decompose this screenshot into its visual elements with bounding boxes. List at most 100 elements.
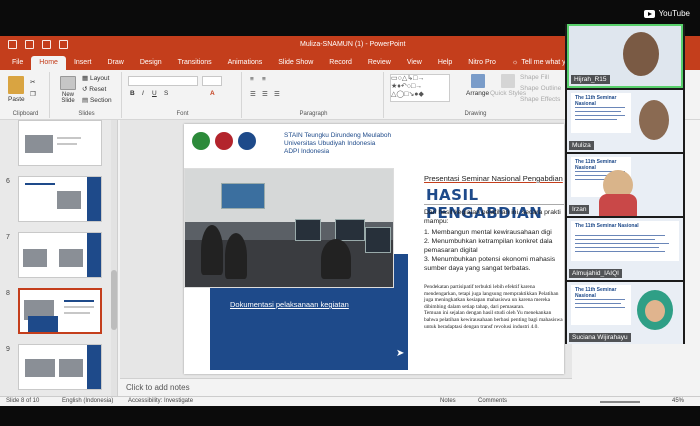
slide-list: 1. Membangun mental kewirausahaan digi 2… xyxy=(424,228,564,273)
notes-button[interactable]: Notes xyxy=(440,398,456,404)
tab-view[interactable]: View xyxy=(399,56,430,70)
slide-counter: Slide 8 of 10 xyxy=(6,398,40,404)
bold-icon[interactable]: B xyxy=(130,90,135,97)
align-left-icon[interactable]: ☰ xyxy=(250,90,256,98)
participant-tile[interactable]: The 11th Seminar Nasional Irzan xyxy=(567,154,683,216)
tab-help[interactable]: Help xyxy=(430,56,460,70)
cut-icon[interactable]: ✂ xyxy=(30,78,35,86)
italic-icon[interactable]: I xyxy=(142,90,144,97)
participant-tile[interactable]: The 11th Seminar Nasional Muliza xyxy=(567,90,683,152)
thumbnail-text xyxy=(64,306,94,308)
font-size-select[interactable] xyxy=(202,76,222,86)
participants-panel: Hijrah_R15 The 11th Seminar Nasional Mul… xyxy=(565,24,685,344)
redo-icon[interactable] xyxy=(42,40,51,49)
paragraph-group: ≡ ≡ ☰ ☰ ☰ Paragraph xyxy=(244,72,384,118)
align-right-icon[interactable]: ☰ xyxy=(274,90,280,98)
current-slide[interactable]: STAIN Teungku Dirundeng Meulaboh Univers… xyxy=(184,124,564,374)
photo-person xyxy=(321,239,351,279)
undo-icon[interactable] xyxy=(25,40,34,49)
tab-record[interactable]: Record xyxy=(321,56,360,70)
status-bar: Slide 8 of 10 English (Indonesia) Access… xyxy=(0,396,700,406)
tab-slide-show[interactable]: Slide Show xyxy=(270,56,321,70)
arrange-icon xyxy=(470,74,485,88)
youtube-label: YouTube xyxy=(658,9,690,18)
comments-button[interactable]: Comments xyxy=(478,398,507,404)
seminar-banner: The 11th Seminar Nasional xyxy=(571,93,631,133)
slide-thumbnail[interactable] xyxy=(18,232,102,278)
tab-review[interactable]: Review xyxy=(360,56,399,70)
youtube-logo[interactable]: YouTube xyxy=(643,9,690,18)
shape-fill-button[interactable]: Shape Fill xyxy=(520,74,549,81)
accessibility-indicator[interactable]: Accessibility: Investigate xyxy=(128,398,193,404)
banner-title: The 11th Seminar Nasional xyxy=(575,287,617,299)
underline-icon[interactable]: U xyxy=(152,90,157,97)
participant-tile[interactable]: The 11th Seminar Nasional Suciana Wijira… xyxy=(567,282,683,344)
shape-effects-button[interactable]: Shape Effects xyxy=(520,96,560,103)
stain-logo xyxy=(192,132,210,150)
thumbnails-scrollbar[interactable] xyxy=(111,120,117,396)
language-indicator[interactable]: English (Indonesia) xyxy=(62,398,113,404)
reset-label: Reset xyxy=(89,86,107,93)
photo-person xyxy=(201,225,223,275)
zoom-level[interactable]: 45% xyxy=(672,398,684,404)
thumbnail-number: 9 xyxy=(6,346,10,353)
list-item: 2. Menumbuhkan ketrampilan konkret dala … xyxy=(424,238,553,254)
banner-line xyxy=(575,303,621,304)
layout-label: Layout xyxy=(89,75,110,82)
thumbnail-blue-panel xyxy=(28,316,58,332)
tab-animations[interactable]: Animations xyxy=(220,56,271,70)
save-icon[interactable] xyxy=(8,40,17,49)
bullets-icon[interactable]: ≡ xyxy=(250,76,254,83)
align-center-icon[interactable]: ☰ xyxy=(262,90,268,98)
slide-thumbnail[interactable] xyxy=(18,120,102,166)
banner-title: The 11th Seminar Nasional xyxy=(575,95,617,107)
numbering-icon[interactable]: ≡ xyxy=(262,76,266,83)
slide-thumbnail[interactable] xyxy=(18,176,102,222)
scrollbar-thumb[interactable] xyxy=(111,270,117,330)
font-name-select[interactable] xyxy=(128,76,198,86)
activity-photo xyxy=(184,168,394,288)
shadow-icon[interactable]: S xyxy=(164,90,168,97)
tab-insert[interactable]: Insert xyxy=(66,56,100,70)
tab-design[interactable]: Design xyxy=(132,56,170,70)
banner-line xyxy=(575,119,617,120)
new-slide-button[interactable]: New Slide xyxy=(58,76,78,104)
new-slide-icon xyxy=(60,76,76,90)
notes-pane[interactable]: Click to add notes xyxy=(120,378,572,396)
tab-draw[interactable]: Draw xyxy=(99,56,131,70)
thumbnail-text xyxy=(64,312,90,314)
participant-tile[interactable]: Hijrah_R15 xyxy=(567,24,683,88)
slide-subtitle: Presentasi Seminar Nasional Pengabdian xyxy=(424,174,563,183)
tab-home[interactable]: Home xyxy=(31,56,66,70)
layout-button[interactable]: ▦ Layout xyxy=(82,74,109,82)
font-color-icon[interactable]: A xyxy=(210,90,215,97)
body-paragraph: Pendekatan partisipatif terbukti lebih e… xyxy=(424,284,559,310)
institution-line: Universitas Ubudiyah Indonesia xyxy=(284,140,376,147)
participant-tile[interactable]: The 11th Seminar Nasional Almujahid_IAIQ… xyxy=(567,218,683,280)
reset-button[interactable]: ↺ Reset xyxy=(82,85,106,93)
paste-button[interactable]: Paste xyxy=(8,76,25,103)
present-icon[interactable] xyxy=(59,40,68,49)
thumbnail-blue-panel xyxy=(87,233,101,277)
thumbnail-text xyxy=(57,143,77,145)
copy-icon[interactable]: ❐ xyxy=(30,90,36,98)
section-button[interactable]: ▤ Section xyxy=(82,96,112,104)
banner-line xyxy=(575,111,621,112)
section-label: Section xyxy=(89,97,112,104)
zoom-slider[interactable] xyxy=(600,401,640,403)
tab-transitions[interactable]: Transitions xyxy=(170,56,220,70)
slide-thumbnail[interactable] xyxy=(18,344,102,390)
arrange-button[interactable]: Arrange xyxy=(466,74,489,97)
slide-thumbnail-selected[interactable] xyxy=(18,288,102,334)
video-bottom-bar xyxy=(0,406,700,426)
tab-nitro-pro[interactable]: Nitro Pro xyxy=(460,56,504,70)
shape-outline-button[interactable]: Shape Outline xyxy=(520,85,561,92)
tab-file[interactable]: File xyxy=(4,56,31,70)
photo-projector-screen xyxy=(221,183,265,209)
photo-wall xyxy=(185,169,393,223)
thumbnail-image xyxy=(25,359,55,377)
participant-video xyxy=(599,194,637,216)
thumbnail-number: 6 xyxy=(6,178,10,185)
shapes-gallery[interactable]: ▭○△↳□→ ★♦↶○□→ △◯□↘●◆ xyxy=(390,74,450,102)
clipboard-group: Paste ✂ ❐ Clipboard xyxy=(2,72,50,118)
